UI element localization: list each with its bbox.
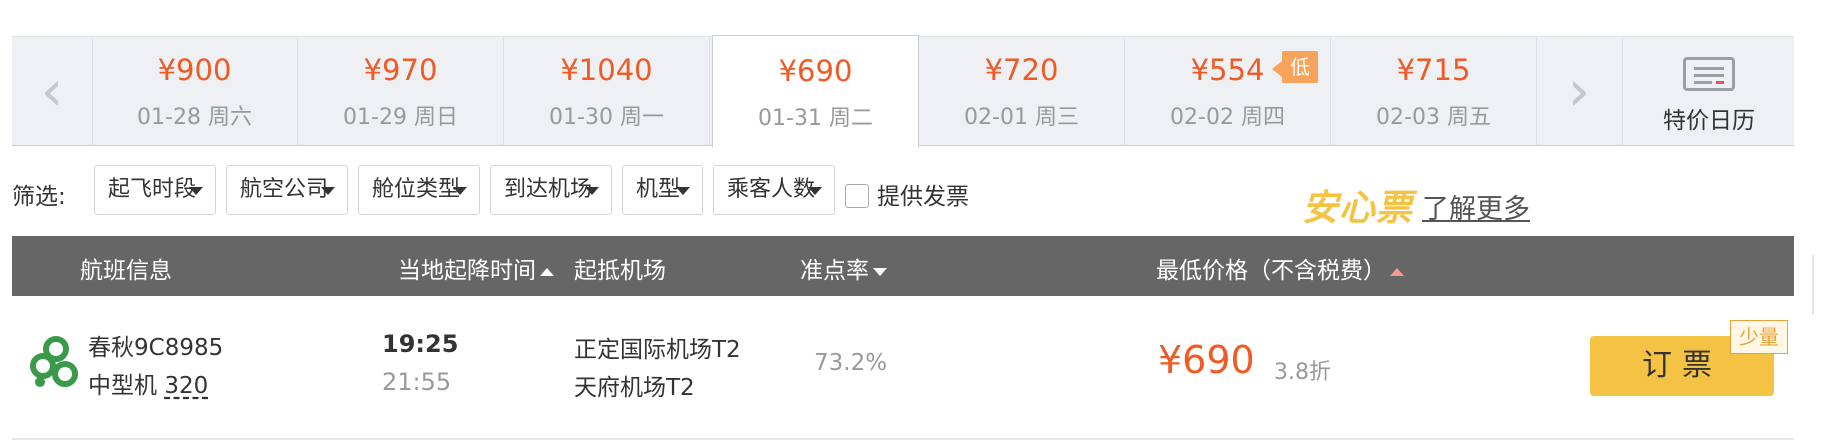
- filter-row: 筛选: 起飞时段 航空公司 舱位类型 到达机场 机型 乘客人数 提供发票 安心票…: [12, 165, 1794, 229]
- date-label: 01-28 周六: [137, 105, 252, 130]
- date-price: ¥715: [1396, 53, 1471, 87]
- date-label: 01-30 周一: [549, 105, 664, 130]
- aircraft-model-link[interactable]: 320: [164, 373, 208, 399]
- column-label: 最低价格（不含税费）: [1156, 258, 1386, 284]
- filter-cabin-class-dropdown[interactable]: 舱位类型: [358, 165, 480, 215]
- date-cell-0129[interactable]: ¥970 01-29 周日: [298, 37, 504, 145]
- checkbox-icon[interactable]: [845, 184, 869, 208]
- invoice-label: 提供发票: [877, 184, 969, 210]
- side-divider: [1812, 255, 1814, 315]
- aircraft-info: 中型机 320: [88, 366, 208, 400]
- flight-table-header: 航班信息 当地起降时间 起抵机场 准点率 最低价格（不含税费）: [12, 236, 1794, 296]
- column-flight-info: 航班信息: [80, 258, 172, 284]
- filter-option-label: 机型: [636, 177, 681, 202]
- column-ontime-rate-sort[interactable]: 准点率: [800, 251, 887, 285]
- learn-more-link[interactable]: 了解更多: [1422, 187, 1530, 226]
- date-cell-0131-selected[interactable]: ¥690 01-31 周二: [712, 35, 919, 148]
- spring-airlines-logo-icon: [30, 336, 78, 387]
- column-label: 准点率: [800, 258, 869, 284]
- filter-passenger-count-dropdown[interactable]: 乘客人数: [713, 165, 835, 215]
- date-cell-0130[interactable]: ¥1040 01-30 周一: [504, 37, 710, 145]
- calendar-label: 特价日历: [1663, 108, 1755, 134]
- date-price: ¥690: [778, 54, 853, 88]
- arrival-time: 21:55: [382, 368, 452, 396]
- date-price: ¥720: [984, 53, 1059, 87]
- departure-airport: 正定国际机场T2: [574, 337, 741, 363]
- chevron-down-icon: [189, 187, 203, 195]
- date-label: 02-02 周四: [1170, 105, 1285, 130]
- flight-lowest-price: ¥690: [1158, 338, 1255, 382]
- column-label: 当地起降时间: [398, 258, 536, 284]
- sort-ascending-icon: [1390, 268, 1404, 276]
- filter-label: 筛选:: [12, 184, 66, 210]
- calendar-icon: [1683, 57, 1735, 91]
- sort-descending-icon: [873, 268, 887, 276]
- date-strip: ‹ ¥900 01-28 周六 ¥970 01-29 周日 ¥1040 01-3…: [12, 35, 1795, 148]
- date-label: 01-31 周二: [758, 106, 873, 131]
- filter-airline-dropdown[interactable]: 航空公司: [226, 165, 348, 215]
- ontime-rate: 73.2%: [814, 350, 888, 376]
- date-cell-0201[interactable]: ¥720 02-01 周三: [919, 37, 1125, 145]
- date-label: 02-03 周五: [1376, 105, 1491, 130]
- date-price: ¥1040: [560, 53, 653, 87]
- column-airports: 起抵机场: [574, 258, 666, 284]
- filter-option-label: 到达机场: [504, 177, 593, 202]
- column-lowest-price-sort[interactable]: 最低价格（不含税费）: [1156, 251, 1404, 285]
- filter-aircraft-type-dropdown[interactable]: 机型: [622, 165, 703, 215]
- chevron-down-icon: [453, 187, 467, 195]
- date-cell-0202[interactable]: ¥554 02-02 周四 低: [1125, 37, 1331, 145]
- filter-option-label: 起飞时段: [108, 177, 197, 202]
- chevron-down-icon: [585, 187, 599, 195]
- next-date-arrow-icon[interactable]: ›: [1539, 37, 1619, 145]
- airline-flight-number: 春秋9C8985: [88, 335, 224, 361]
- date-cell-0128[interactable]: ¥900 01-28 周六: [92, 37, 298, 145]
- prev-date-arrow-icon[interactable]: ‹: [12, 37, 93, 145]
- sort-ascending-icon: [540, 268, 554, 276]
- filter-option-label: 航空公司: [240, 177, 329, 202]
- anxin-ticket-logo: 安心票: [1302, 188, 1414, 229]
- column-local-time-sort[interactable]: 当地起降时间: [398, 251, 554, 285]
- date-cell-0203[interactable]: ¥715 02-03 周五: [1331, 37, 1537, 145]
- chevron-down-icon: [808, 187, 822, 195]
- arrival-airport: 天府机场T2: [574, 375, 695, 401]
- invoice-checkbox[interactable]: 提供发票: [845, 177, 969, 211]
- date-price: ¥970: [363, 53, 438, 87]
- chevron-down-icon: [321, 187, 335, 195]
- low-price-badge: 低: [1272, 51, 1318, 83]
- special-price-calendar-button[interactable]: 特价日历: [1622, 37, 1795, 145]
- aircraft-size: 中型机: [88, 373, 157, 399]
- date-label: 02-01 周三: [964, 105, 1079, 130]
- flight-row: 春秋9C8985 中型机 320 19:25 21:55 正定国际机场T2 天府…: [12, 298, 1794, 440]
- date-label: 01-29 周日: [343, 105, 458, 130]
- filter-option-label: 乘客人数: [727, 177, 816, 202]
- price-discount: 3.8折: [1274, 360, 1331, 385]
- few-seats-badge: 少量: [1730, 320, 1788, 354]
- departure-time: 19:25: [382, 330, 459, 358]
- filter-option-label: 舱位类型: [372, 177, 461, 202]
- chevron-down-icon: [676, 187, 690, 195]
- filter-departure-time-dropdown[interactable]: 起飞时段: [94, 165, 216, 215]
- date-price: ¥900: [157, 53, 232, 87]
- filter-arrival-airport-dropdown[interactable]: 到达机场: [490, 165, 612, 215]
